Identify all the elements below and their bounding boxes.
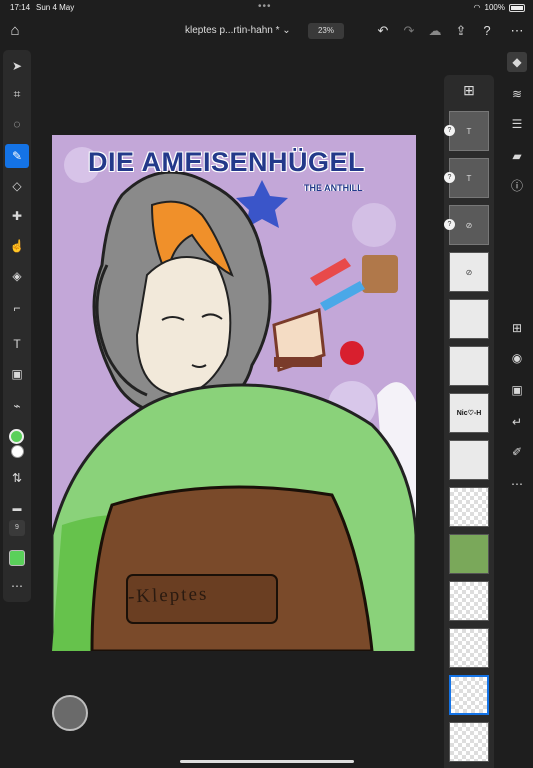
eye-off-icon: ⊘ <box>465 221 473 230</box>
redo-icon[interactable]: ↷ <box>400 22 418 40</box>
select-tool-icon[interactable]: ➤ <box>5 54 29 78</box>
status-time: 17:14 <box>10 3 31 12</box>
info-icon[interactable]: ⓘ <box>507 176 527 196</box>
layer-label: Nic♡-H <box>456 410 482 417</box>
help-icon[interactable]: ? <box>478 22 496 40</box>
smudge-tool-icon[interactable]: ☝ <box>5 234 29 258</box>
group-badge-icon[interactable]: ? <box>444 125 455 136</box>
place-image-icon[interactable]: ▣ <box>5 362 29 386</box>
artwork-label-text: -Kleptes <box>127 583 209 608</box>
group-badge-icon[interactable]: ? <box>444 172 455 183</box>
layer-thumbnail[interactable]: T <box>449 158 489 198</box>
transform-tool-icon[interactable]: ⌗ <box>5 82 29 106</box>
app-root: 17:14 Sun 4 May ••• ◠ 100% ⌂ kleptes p..… <box>0 0 533 768</box>
secondary-color-swatch[interactable] <box>11 445 24 458</box>
home-indicator <box>180 760 354 763</box>
battery-icon <box>509 3 525 12</box>
artwork-subtitle-text: THE ANTHILL <box>304 183 363 193</box>
mask-icon[interactable]: ▣ <box>507 380 527 400</box>
layer-thumbnail[interactable]: ⊘ <box>449 252 489 292</box>
tool-more-icon[interactable]: ⋯ <box>5 574 29 598</box>
document-title[interactable]: kleptes p...rtin-hahn * ⌄ <box>185 25 291 36</box>
layer-thumbnail[interactable] <box>449 722 489 762</box>
layer-thumbnail[interactable] <box>449 440 489 480</box>
status-right: ◠ 100% <box>474 3 525 12</box>
eraser-tool-icon[interactable]: ◇ <box>5 174 29 198</box>
eyedropper-tool-icon[interactable]: ⌁ <box>5 394 29 418</box>
layer-thumbnail[interactable] <box>449 628 489 668</box>
brush-size-value[interactable]: 9 <box>9 520 25 536</box>
artwork-title-text: DIE AMEISENHÜGEL <box>88 147 366 177</box>
layer-label: T <box>466 174 472 183</box>
layer-stack-icon[interactable]: ≋ <box>507 84 527 104</box>
artwork-illustration <box>52 135 416 651</box>
layer-thumbnail[interactable] <box>449 346 489 386</box>
clip-icon[interactable]: ↵ <box>507 412 527 432</box>
fill-tool-icon[interactable]: ◈ <box>5 264 29 288</box>
status-date: Sun 4 May <box>36 3 75 12</box>
layer-thumbnail[interactable] <box>449 487 489 527</box>
tool-bar: ➤ ⌗ ◌ ✎ ◇ ✚ ☝ ◈ ⌐ T ▣ ⌁ ⇅ ▬ 9 ⋯ <box>3 50 31 602</box>
home-icon[interactable]: ⌂ <box>6 22 24 40</box>
brush-tool-icon[interactable]: ✎ <box>5 144 29 168</box>
visibility-icon[interactable]: ◉ <box>507 348 527 368</box>
brush-size-slider[interactable]: ▬ <box>5 496 29 520</box>
more-options-icon[interactable]: ⋯ <box>507 474 527 494</box>
status-bar: 17:14 Sun 4 May ••• ◠ 100% <box>0 0 533 16</box>
add-layer-icon[interactable]: ⊞ <box>460 81 478 99</box>
battery-percent: 100% <box>484 3 505 12</box>
undo-icon[interactable]: ↶ <box>374 22 392 40</box>
more-icon[interactable]: ⋯ <box>508 22 526 40</box>
crop-tool-icon[interactable]: ⌐ <box>5 296 29 320</box>
chevron-down-icon: ⌄ <box>282 25 291 36</box>
layer-thumbnail[interactable]: Nic♡-H <box>449 393 489 433</box>
document-title-text: kleptes p...rtin-hahn * <box>185 25 280 36</box>
adjustments-icon[interactable]: ☰ <box>507 114 527 134</box>
primary-color-swatch[interactable] <box>9 429 24 444</box>
share-icon[interactable]: ⇪ <box>452 22 470 40</box>
healing-tool-icon[interactable]: ✚ <box>5 204 29 228</box>
wifi-icon: ◠ <box>473 3 481 12</box>
touch-shortcut-button[interactable] <box>52 695 88 731</box>
layer-thumbnail[interactable]: T <box>449 111 489 151</box>
layer-label: T <box>466 127 472 136</box>
eye-off-icon: ⊘ <box>465 268 473 277</box>
layers-icon[interactable]: ◆ <box>507 52 527 72</box>
cloud-icon[interactable]: ☁ <box>426 22 444 40</box>
type-tool-icon[interactable]: T <box>5 332 29 356</box>
layer-thumbnail[interactable]: ⊘ <box>449 205 489 245</box>
add-layer-rail-icon[interactable]: ⊞ <box>507 318 527 338</box>
canvas-artwork[interactable]: DIE AMEISENHÜGEL THE ANTHILL -Kleptes <box>52 135 416 651</box>
group-badge-icon[interactable]: ? <box>444 219 455 230</box>
layer-thumbnail[interactable] <box>449 581 489 621</box>
top-bar: ⌂ kleptes p...rtin-hahn * ⌄ 23% ↶ ↷ ☁ ⇪ … <box>0 16 533 48</box>
zoom-level[interactable]: 23% <box>308 23 344 39</box>
layer-thumbnail-selected[interactable] <box>449 675 489 715</box>
brush-settings-icon[interactable]: ✐ <box>507 442 527 462</box>
layer-thumbnail[interactable] <box>449 299 489 339</box>
lasso-tool-icon[interactable]: ◌ <box>5 112 29 136</box>
current-color-chip[interactable] <box>9 550 25 566</box>
right-rail: ◆ ≋ ☰ ▰ ⓘ ⊞ ◉ ▣ ↵ ✐ ⋯ <box>504 50 530 500</box>
layer-thumbnail[interactable] <box>449 534 489 574</box>
comments-icon[interactable]: ▰ <box>507 146 527 166</box>
swap-colors-icon[interactable]: ⇅ <box>5 466 29 490</box>
multitask-dots-icon[interactable]: ••• <box>258 1 272 12</box>
